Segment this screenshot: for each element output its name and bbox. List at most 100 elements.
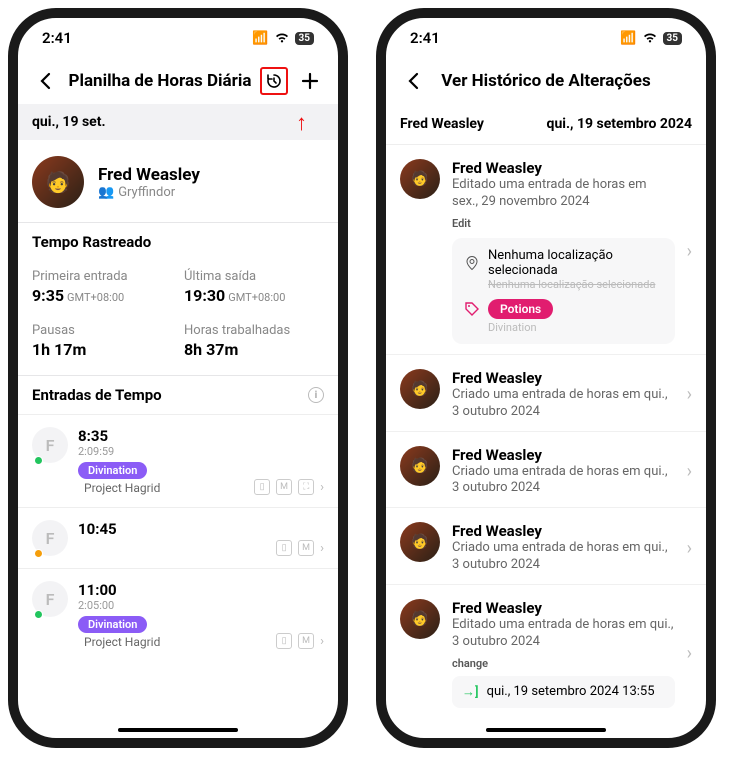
entry-avatar: F <box>32 581 68 617</box>
content-scroll[interactable]: 🧑 Fred Weasley 👥 Gryffindor Tempo Rastre… <box>18 140 338 738</box>
worked-label: Horas trabalhadas <box>184 323 324 338</box>
chevron-right-icon: › <box>687 384 692 405</box>
history-meta: Edit <box>452 217 675 230</box>
entry-time: 8:35 <box>78 427 244 445</box>
battery-icon: 35 <box>663 32 682 45</box>
history-name: Fred Weasley <box>452 159 675 177</box>
entries-header: Entradas de Tempo i <box>18 376 338 414</box>
wifi-icon <box>642 32 658 44</box>
callout-arrow-icon: ↑ <box>296 110 307 136</box>
status-icons: 📶 35 <box>252 31 314 46</box>
profile-team-label: Gryffindor <box>118 185 175 200</box>
profile-team: 👥 Gryffindor <box>98 185 200 200</box>
entry-avatar: F <box>32 520 68 556</box>
entry-avatar: F <box>32 427 68 463</box>
face-icon: ⛶ <box>298 479 314 495</box>
breaks-value: 1h 17m <box>32 340 172 359</box>
breaks-label: Pausas <box>32 323 172 338</box>
profile-block: 🧑 Fred Weasley 👥 Gryffindor <box>18 140 338 222</box>
chevron-right-icon: › <box>320 541 324 556</box>
history-button[interactable] <box>260 67 288 95</box>
status-icons: 📶 35 <box>620 31 682 46</box>
avatar: 🧑 <box>400 599 440 639</box>
history-name: Fred Weasley <box>452 522 675 540</box>
page-title: Planilha de Horas Diária <box>68 71 252 91</box>
history-header: Fred Weasley qui., 19 setembro 2024 <box>386 104 706 145</box>
entry-time: 11:00 <box>78 581 266 599</box>
entry-time: 10:45 <box>78 520 266 538</box>
device-icon: ▯ <box>254 479 270 495</box>
title-bar: Ver Histórico de Alterações <box>386 58 706 104</box>
back-button[interactable] <box>32 67 60 95</box>
history-row[interactable]: 🧑 Fred Weasley Criado uma entrada de hor… <box>386 508 706 585</box>
chevron-right-icon: › <box>320 480 324 495</box>
date-bar: qui., 19 set. <box>18 104 338 140</box>
history-desc: Editado uma entrada de horas em qui., 3 … <box>452 617 675 651</box>
last-exit-value: 19:30GMT+08:00 <box>184 286 324 305</box>
history-desc: Criado uma entrada de horas em qui., 3 o… <box>452 464 675 498</box>
back-button[interactable] <box>400 67 428 95</box>
avatar: 🧑 <box>400 369 440 409</box>
entry-project: Project Hagrid <box>84 635 266 649</box>
history-user: Fred Weasley <box>400 116 484 132</box>
last-exit-label: Última saída <box>184 269 324 284</box>
history-row[interactable]: 🧑 Fred Weasley Editado uma entrada de ho… <box>386 585 706 718</box>
info-icon[interactable]: i <box>308 387 324 403</box>
tracked-grid: Primeira entrada 9:35GMT+08:00 Última sa… <box>18 261 338 375</box>
entry-tag: Divination <box>78 616 147 633</box>
tracked-time-header: Tempo Rastreado <box>18 223 338 261</box>
status-dot-icon <box>34 549 43 558</box>
tag-old: Divination <box>488 321 663 334</box>
device-icon: ▯ <box>276 633 292 649</box>
history-row[interactable]: 🧑 Fred Weasley Editado uma entrada de ho… <box>386 145 706 355</box>
profile-name: Fred Weasley <box>98 165 200 185</box>
history-date: qui., 19 setembro 2024 <box>547 116 692 132</box>
entry-elapsed: 2:09:59 <box>78 445 244 458</box>
manual-icon: M <box>298 633 314 649</box>
entry-project: Project Hagrid <box>84 481 244 495</box>
status-dot-icon <box>34 456 43 465</box>
history-row[interactable]: 🧑 Fred Weasley Criado uma entrada de hor… <box>386 355 706 432</box>
title-bar: Planilha de Horas Diária <box>18 58 338 104</box>
avatar: 🧑 <box>400 446 440 486</box>
chevron-right-icon: › <box>687 461 692 482</box>
entry-elapsed: 2:05:00 <box>78 599 266 612</box>
status-bar: 2:41 📶 35 <box>386 18 706 58</box>
status-time: 2:41 <box>410 29 440 47</box>
chevron-right-icon: › <box>687 241 692 262</box>
location-new: Nenhuma localização selecionada <box>488 248 663 278</box>
status-bar: 2:41 📶 35 <box>18 18 338 58</box>
content-scroll[interactable]: 🧑 Fred Weasley Editado uma entrada de ho… <box>386 145 706 738</box>
team-icon: 👥 <box>98 185 114 200</box>
battery-icon: 35 <box>295 32 314 45</box>
add-button[interactable] <box>296 67 324 95</box>
tag-icon <box>464 301 480 317</box>
status-dot-icon <box>34 610 43 619</box>
enter-icon: →] <box>462 684 479 700</box>
history-row[interactable]: 🧑 Fred Weasley Criado uma entrada de hor… <box>386 432 706 509</box>
manual-icon: M <box>298 540 314 556</box>
device-icon: ▯ <box>276 540 292 556</box>
location-pin-icon <box>464 255 480 271</box>
history-desc: Criado uma entrada de horas em qui., 3 o… <box>452 387 675 421</box>
history-desc: Editado uma entrada de horas em sex., 29… <box>452 177 675 211</box>
page-title: Ver Histórico de Alterações <box>436 71 656 91</box>
entries-header-label: Entradas de Tempo <box>32 386 162 404</box>
first-entry-label: Primeira entrada <box>32 269 172 284</box>
time-entry-row[interactable]: F 10:45 ▯ M › <box>18 507 338 568</box>
change-card: Nenhuma localização selecionada Nenhuma … <box>452 238 675 344</box>
wifi-icon <box>274 32 290 44</box>
time-entry-row[interactable]: F 11:00 2:05:00 Divination Project Hagri… <box>18 568 338 661</box>
first-entry-value: 9:35GMT+08:00 <box>32 286 172 305</box>
history-name: Fred Weasley <box>452 369 675 387</box>
home-indicator <box>486 728 606 732</box>
phone-right: 2:41 📶 35 Ver Histórico de Alterações Fr… <box>376 8 716 748</box>
manual-icon: M <box>276 479 292 495</box>
time-entry-row[interactable]: F 8:35 2:09:59 Divination Project Hagrid… <box>18 414 338 507</box>
location-old: Nenhuma localização selecionada <box>488 278 663 291</box>
avatar: 🧑 <box>32 156 84 208</box>
chevron-right-icon: › <box>687 538 692 559</box>
avatar: 🧑 <box>400 522 440 562</box>
history-desc: Criado uma entrada de horas em qui., 3 o… <box>452 540 675 574</box>
avatar: 🧑 <box>400 159 440 199</box>
